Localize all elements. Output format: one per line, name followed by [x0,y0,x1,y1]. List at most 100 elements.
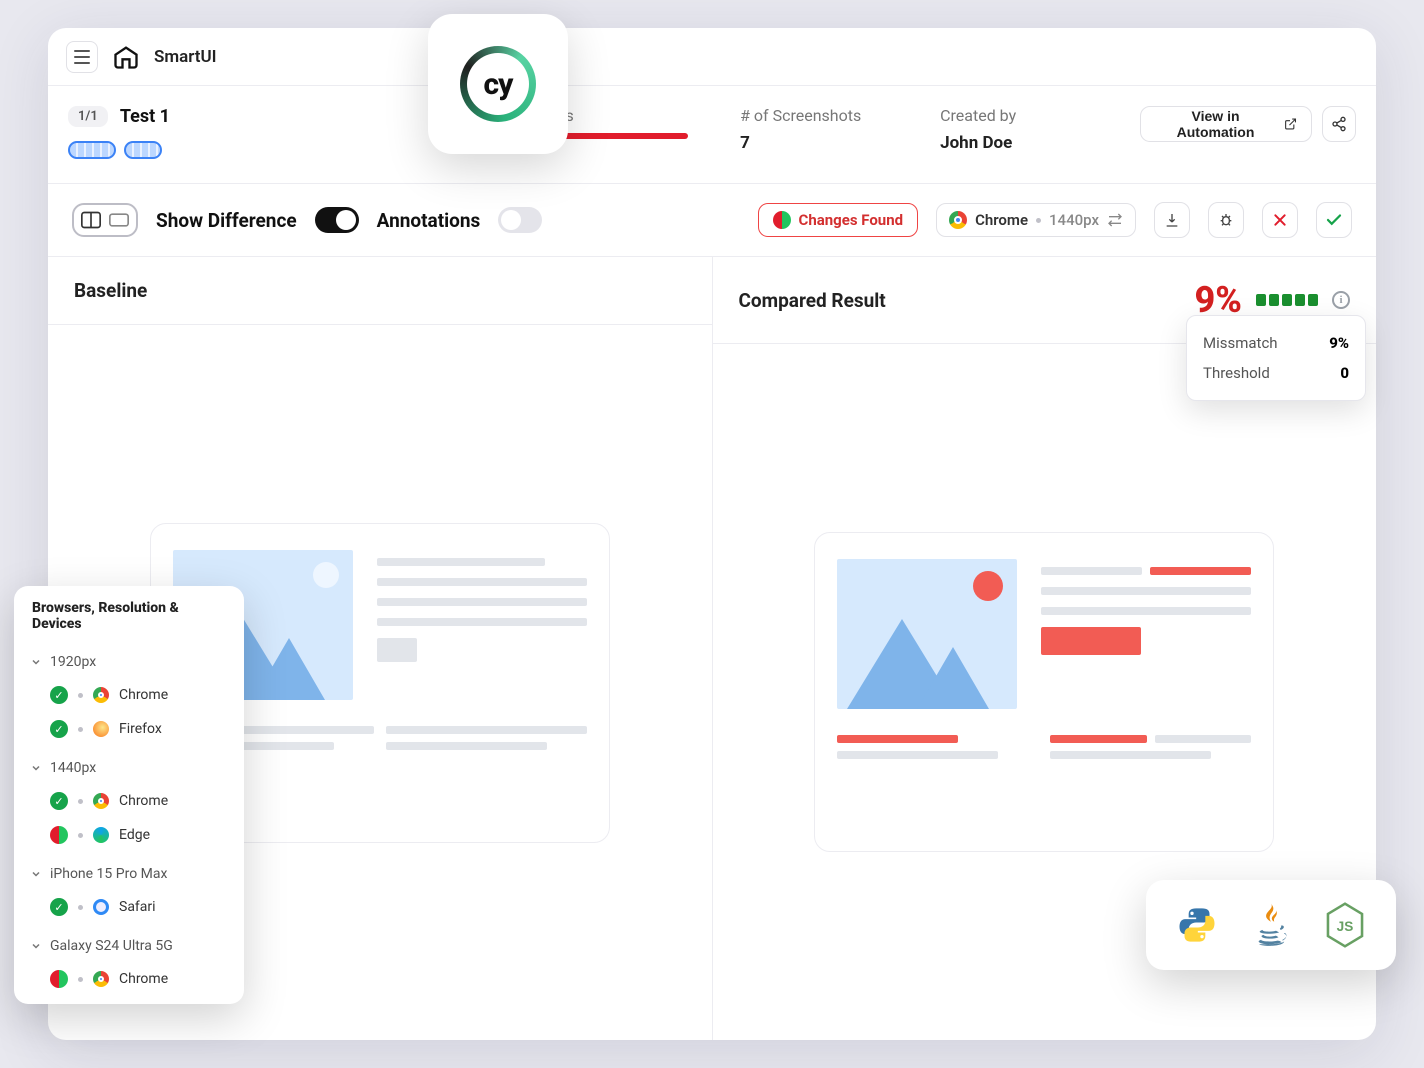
topbar: SmartUI [48,28,1376,86]
download-button[interactable] [1154,202,1190,238]
mismatch-popover: Missmatch 9% Threshold 0 [1186,315,1366,401]
compared-title: Compared Result [739,289,886,312]
browser-item[interactable]: ✓ Safari [24,890,234,924]
browsers-panel: Browsers, Resolution & Devices 1920px ✓ … [14,586,244,1004]
show-difference-label: Show Difference [156,209,297,232]
browser-item-label: Chrome [119,793,168,809]
app-window: SmartUI 1/1 Test 1 Status # of Screensho… [48,28,1376,1040]
share-icon [1331,116,1347,132]
view-in-automation-button[interactable]: View in Automation [1140,106,1312,142]
dot-separator [78,905,83,910]
browser-item[interactable]: Edge [24,818,234,852]
chevron-down-icon [30,940,42,952]
firefox-icon [93,721,109,737]
compared-preview-card [814,532,1274,852]
sdk-languages-card: JS [1146,880,1396,970]
browser-group-name: 1920px [50,654,96,670]
compared-text-lines [1041,559,1251,709]
split-view-icon[interactable] [80,209,102,231]
browser-item-label: Firefox [119,721,162,737]
reject-button[interactable] [1262,202,1298,238]
x-icon [1272,212,1288,228]
browser-item-label: Edge [119,827,150,843]
compared-thumb [837,559,1017,709]
severity-bars [1256,294,1318,306]
baseline-text-lines [377,550,587,700]
test-header-left: 1/1 Test 1 [68,106,488,159]
browser-item[interactable]: Chrome [24,962,234,996]
browser-name: Chrome [975,211,1028,229]
createdby-label: Created by [940,106,1080,125]
createdby-value: John Doe [940,133,1080,153]
browser-group-name: iPhone 15 Pro Max [50,866,167,882]
popover-key: Missmatch [1203,334,1278,352]
createdby-block: Created by John Doe [940,106,1080,153]
compare-toolbar: Show Difference Annotations Changes Foun… [48,184,1376,257]
chrome-icon [949,211,967,229]
status-diff-icon [50,970,68,988]
browser-item[interactable]: ✓ Chrome [24,784,234,818]
approve-button[interactable] [1316,202,1352,238]
annotations-toggle[interactable] [498,207,542,233]
bug-button[interactable] [1208,202,1244,238]
bug-icon [1218,212,1234,228]
browser-item-label: Safari [119,899,156,915]
changes-found-text: Changes Found [799,211,904,229]
status-pass-icon: ✓ [50,720,68,738]
popover-val: 9% [1329,334,1349,352]
popover-val: 0 [1340,364,1349,382]
browser-group-name: Galaxy S24 Ultra 5G [50,938,173,954]
browser-group-header[interactable]: 1440px [24,752,234,784]
browser-group-header[interactable]: Galaxy S24 Ultra 5G [24,930,234,962]
browser-item[interactable]: ✓ Firefox [24,712,234,746]
external-link-icon [1284,117,1297,131]
info-icon[interactable] [1332,291,1350,309]
edge-icon [93,827,109,843]
diff-icon [773,211,791,229]
menu-icon [74,50,90,64]
thumbnail-strips[interactable] [68,141,488,159]
cypress-badge-card: cy [428,14,568,154]
java-icon [1248,902,1294,948]
nodejs-icon: JS [1322,902,1368,948]
changes-found-badge: Changes Found [758,203,919,237]
test-header: 1/1 Test 1 Status # of Screenshots 7 Cre… [48,86,1376,184]
chrome-icon [93,793,109,809]
browser-group-name: 1440px [50,760,96,776]
status-pass-icon: ✓ [50,898,68,916]
svg-text:JS: JS [1337,919,1354,934]
thumb-strip[interactable] [68,141,116,159]
menu-button[interactable] [66,41,98,73]
screenshots-block: # of Screenshots 7 [740,106,880,153]
browser-resolution-chip[interactable]: Chrome 1440px [936,203,1136,237]
dot-separator [78,833,83,838]
app-name: SmartUI [154,47,217,67]
screenshots-label: # of Screenshots [740,106,880,125]
resolution-value: 1440px [1049,211,1099,229]
popover-key: Threshold [1203,364,1270,382]
single-view-icon[interactable] [108,209,130,231]
thumb-strip[interactable] [124,141,162,159]
browser-group-header[interactable]: 1920px [24,646,234,678]
swap-icon [1107,212,1123,228]
dot-separator [78,977,83,982]
chevron-down-icon [30,868,42,880]
check-icon [1325,211,1343,229]
status-pass-icon: ✓ [50,792,68,810]
browser-group-header[interactable]: iPhone 15 Pro Max [24,858,234,890]
browser-item[interactable]: ✓ Chrome [24,678,234,712]
annotations-label: Annotations [377,209,481,232]
status-diff-icon [50,826,68,844]
dot-separator [78,693,83,698]
cypress-icon: cy [460,46,536,122]
python-icon [1174,902,1220,948]
chrome-icon [93,687,109,703]
screenshots-value: 7 [740,133,880,153]
show-difference-toggle[interactable] [315,207,359,233]
browser-item-label: Chrome [119,687,168,703]
test-name: Test 1 [120,106,170,127]
share-button[interactable] [1322,106,1356,142]
view-mode-switch[interactable] [72,203,138,237]
safari-icon [93,899,109,915]
baseline-title: Baseline [74,279,147,302]
